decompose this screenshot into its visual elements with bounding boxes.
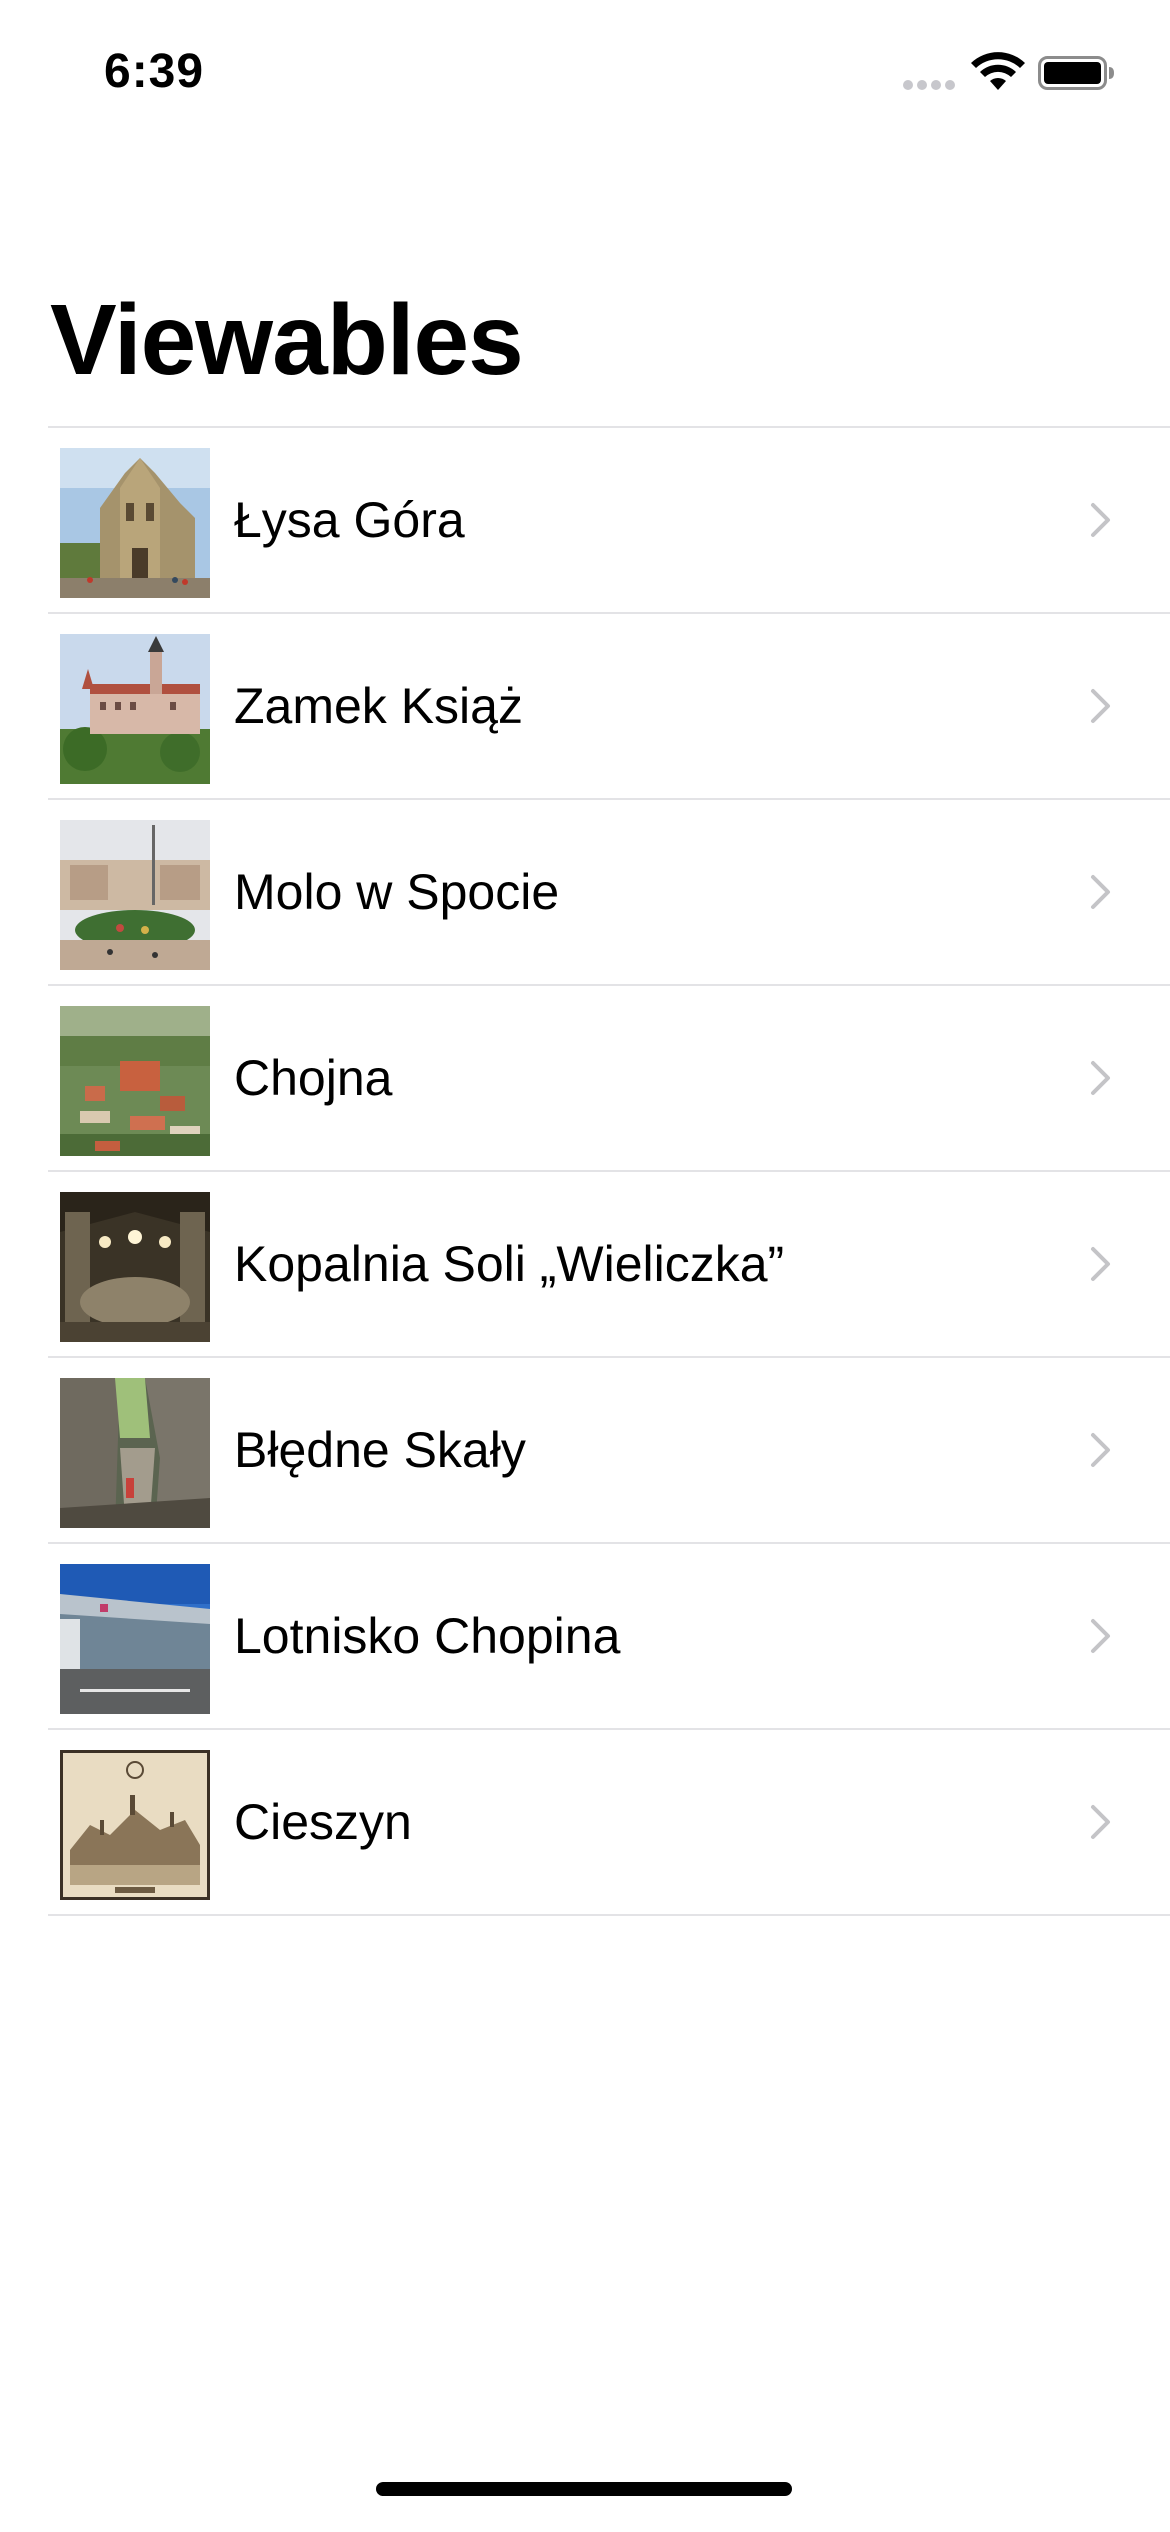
status-bar: 6:39 bbox=[0, 0, 1170, 140]
castle-photo bbox=[60, 634, 210, 784]
chevron-right-icon bbox=[1091, 875, 1110, 909]
list-item-label: Błędne Skały bbox=[234, 1422, 526, 1478]
list-item[interactable]: Lotnisko Chopina bbox=[48, 1544, 1170, 1730]
list-item-label: Molo w Spocie bbox=[234, 864, 560, 920]
chevron-right-icon bbox=[1091, 1619, 1110, 1653]
list-item-label: Łysa Góra bbox=[234, 492, 465, 548]
pier-square-photo bbox=[60, 820, 210, 970]
list-item-label: Kopalnia Soli „Wieliczka” bbox=[234, 1236, 785, 1292]
salt-mine-chamber-photo bbox=[60, 1192, 210, 1342]
rock-formation-photo bbox=[60, 1378, 210, 1528]
list-item[interactable]: Cieszyn bbox=[48, 1730, 1170, 1916]
battery-icon bbox=[1038, 56, 1114, 90]
chevron-right-icon bbox=[1091, 1247, 1110, 1281]
list-item[interactable]: Błędne Skały bbox=[48, 1358, 1170, 1544]
list-item[interactable]: Zamek Książ bbox=[48, 614, 1170, 800]
list-item[interactable]: Molo w Spocie bbox=[48, 800, 1170, 986]
church-photo bbox=[60, 448, 210, 598]
list-item-label: Zamek Książ bbox=[234, 678, 523, 734]
list-item[interactable]: Kopalnia Soli „Wieliczka” bbox=[48, 1172, 1170, 1358]
list-item-label: Cieszyn bbox=[234, 1794, 412, 1850]
airport-terminal-photo bbox=[60, 1564, 210, 1714]
chevron-right-icon bbox=[1091, 1805, 1110, 1839]
chevron-right-icon bbox=[1091, 503, 1110, 537]
list-item[interactable]: Chojna bbox=[48, 986, 1170, 1172]
cellular-signal-icon bbox=[903, 80, 955, 90]
list-item-label: Chojna bbox=[234, 1050, 393, 1106]
vintage-town-engraving bbox=[60, 1750, 210, 1900]
list-item-label: Lotnisko Chopina bbox=[234, 1608, 621, 1664]
home-indicator[interactable] bbox=[376, 2482, 792, 2496]
page-title: Viewables bbox=[50, 284, 524, 396]
wifi-icon bbox=[971, 52, 1025, 90]
list-item[interactable]: Łysa Góra bbox=[48, 428, 1170, 614]
aerial-town-photo bbox=[60, 1006, 210, 1156]
chevron-right-icon bbox=[1091, 1061, 1110, 1095]
status-time: 6:39 bbox=[104, 45, 205, 98]
chevron-right-icon bbox=[1091, 1433, 1110, 1467]
viewables-list: Łysa Góra Zamek Książ Molo w Spocie Choj… bbox=[48, 426, 1170, 1916]
chevron-right-icon bbox=[1091, 689, 1110, 723]
